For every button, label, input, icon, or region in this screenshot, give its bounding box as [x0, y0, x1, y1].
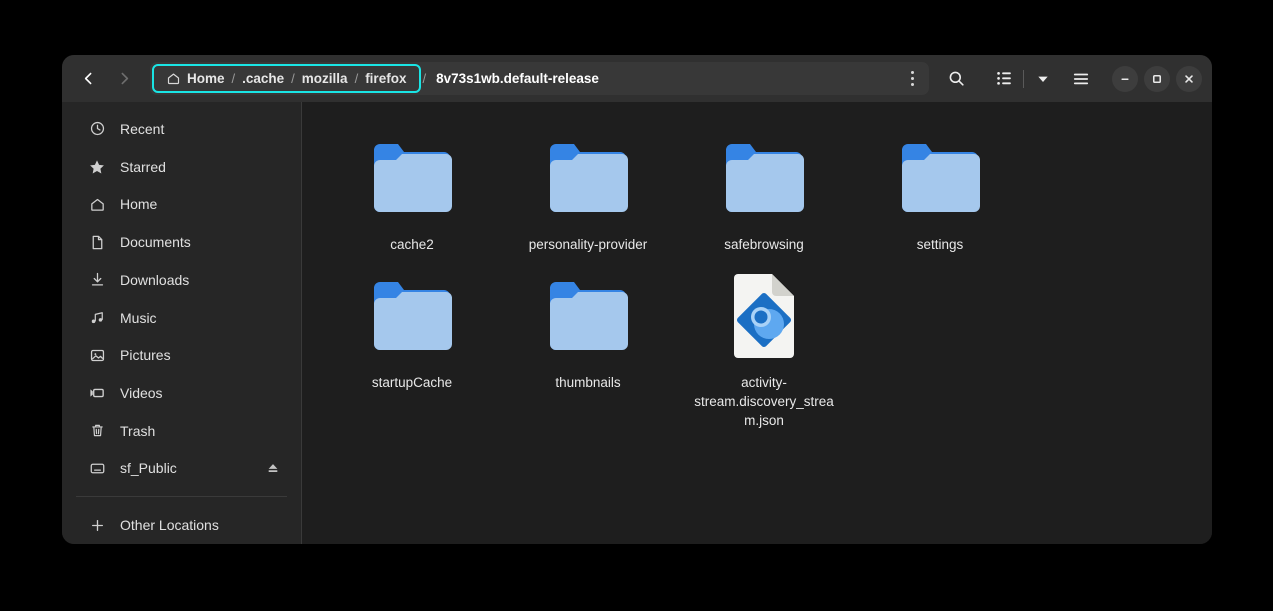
list-view-icon	[996, 72, 1011, 85]
header-bar: Home / .cache / mozilla / firefox / 8v73…	[62, 55, 1212, 102]
picture-icon	[88, 346, 106, 364]
sidebar-item-label: Recent	[120, 120, 165, 137]
folder-icon	[364, 268, 460, 364]
breadcrumb-label: firefox	[365, 71, 407, 86]
file-name: personality-provider	[528, 237, 648, 252]
file-item[interactable]: safebrowsing	[676, 122, 852, 260]
sidebar-item-label: Other Locations	[120, 517, 219, 534]
file-item[interactable]: thumbnails	[500, 260, 676, 436]
file-grid-view[interactable]: cache2 personality-provider safebrowsing…	[302, 102, 1212, 544]
file-grid: cache2 personality-provider safebrowsing…	[324, 122, 1190, 436]
sidebar-item-sf-public[interactable]: sf_Public	[68, 450, 295, 488]
maximize-button[interactable]	[1144, 65, 1170, 92]
star-icon	[88, 158, 106, 176]
breadcrumb-item-firefox[interactable]: firefox	[359, 71, 412, 86]
folder-icon	[540, 268, 636, 364]
home-icon	[88, 195, 106, 213]
file-item[interactable]: startupCache	[324, 260, 500, 436]
forward-button[interactable]	[106, 63, 142, 95]
plus-icon	[88, 516, 106, 534]
sidebar-item-music[interactable]: Music	[68, 299, 295, 337]
sidebar: Recent Starred Home Documents Downloads …	[62, 102, 302, 544]
search-button[interactable]	[939, 63, 973, 95]
json-config-file-icon	[716, 268, 812, 364]
clock-icon	[88, 120, 106, 138]
file-name: cache2	[390, 237, 434, 252]
maximize-icon	[1152, 74, 1162, 83]
path-bar[interactable]: Home / .cache / mozilla / firefox / 8v73…	[150, 62, 929, 95]
breadcrumb-item-current[interactable]: 8v73s1wb.default-release	[427, 71, 599, 86]
sidebar-item-label: sf_Public	[120, 460, 177, 477]
eject-icon[interactable]	[265, 460, 281, 476]
sidebar-item-home[interactable]: Home	[68, 185, 295, 223]
sidebar-item-label: Home	[120, 196, 158, 213]
sidebar-item-downloads[interactable]: Downloads	[68, 261, 295, 299]
breadcrumb-label: mozilla	[301, 71, 348, 86]
sidebar-item-starred[interactable]: Starred	[68, 148, 295, 186]
sidebar-item-label: Pictures	[120, 347, 171, 364]
video-icon	[88, 384, 106, 402]
chevron-right-icon	[121, 72, 128, 85]
document-icon	[88, 233, 106, 251]
view-mode-group	[987, 63, 1060, 95]
folder-icon	[540, 130, 636, 226]
sidebar-item-label: Videos	[120, 385, 163, 401]
kebab-menu-icon	[910, 71, 914, 74]
window-controls	[1112, 65, 1202, 92]
close-button[interactable]	[1176, 65, 1202, 92]
home-icon	[167, 73, 180, 85]
hamburger-menu-icon	[1073, 73, 1089, 84]
sidebar-item-label: Documents	[120, 234, 191, 251]
window-body: Recent Starred Home Documents Downloads …	[62, 102, 1212, 544]
sidebar-item-label: Music	[120, 309, 157, 326]
view-options-dropdown[interactable]	[1026, 63, 1060, 95]
file-item[interactable]: cache2	[324, 122, 500, 260]
sidebar-divider	[76, 496, 287, 498]
sidebar-item-other-locations[interactable]: Other Locations	[68, 506, 295, 544]
trash-icon	[88, 422, 106, 440]
file-name: safebrowsing	[724, 237, 804, 252]
breadcrumb: Home / .cache / mozilla / firefox	[152, 64, 422, 93]
folder-icon	[364, 130, 460, 226]
minimize-button[interactable]	[1112, 65, 1138, 92]
path-menu-button[interactable]	[899, 64, 925, 93]
kebab-menu-icon	[910, 77, 914, 80]
sidebar-item-label: Starred	[120, 158, 166, 175]
main-menu-button[interactable]	[1064, 63, 1098, 95]
music-icon	[88, 309, 106, 327]
file-manager-window: Home / .cache / mozilla / firefox / 8v73…	[62, 55, 1212, 544]
toolbar-separator	[1023, 69, 1024, 88]
breadcrumb-item-home[interactable]: Home	[160, 71, 231, 86]
sidebar-item-pictures[interactable]: Pictures	[68, 336, 295, 374]
breadcrumb-label: .cache	[242, 71, 285, 86]
sidebar-item-trash[interactable]: Trash	[68, 412, 295, 450]
sidebar-item-label: Trash	[120, 422, 156, 439]
folder-icon	[892, 130, 988, 226]
minimize-icon	[1121, 77, 1129, 80]
close-icon	[1185, 74, 1193, 83]
download-icon	[88, 271, 106, 289]
folder-icon	[716, 130, 812, 226]
chevron-down-icon	[1038, 76, 1048, 82]
breadcrumb-label: Home	[187, 71, 225, 86]
back-button[interactable]	[70, 63, 106, 95]
sidebar-item-label: Downloads	[120, 271, 190, 288]
chevron-left-icon	[84, 72, 91, 85]
kebab-menu-icon	[910, 83, 914, 86]
sidebar-item-recent[interactable]: Recent	[68, 110, 295, 148]
breadcrumb-item-mozilla[interactable]: mozilla	[296, 71, 354, 86]
list-view-button[interactable]	[987, 63, 1021, 95]
sidebar-item-documents[interactable]: Documents	[68, 223, 295, 261]
file-item[interactable]: activity-stream.discovery_stream.json	[676, 260, 852, 436]
breadcrumb-item-cache[interactable]: .cache	[236, 71, 290, 86]
sidebar-item-videos[interactable]: Videos	[68, 374, 295, 412]
drive-icon	[88, 459, 106, 477]
file-item[interactable]: settings	[852, 122, 1028, 260]
search-icon	[949, 71, 964, 86]
file-name: activity-stream.discovery_stream.json	[694, 375, 834, 428]
file-name: settings	[916, 237, 964, 252]
file-name: startupCache	[371, 375, 453, 390]
file-name: thumbnails	[555, 375, 621, 390]
file-item[interactable]: personality-provider	[500, 122, 676, 260]
